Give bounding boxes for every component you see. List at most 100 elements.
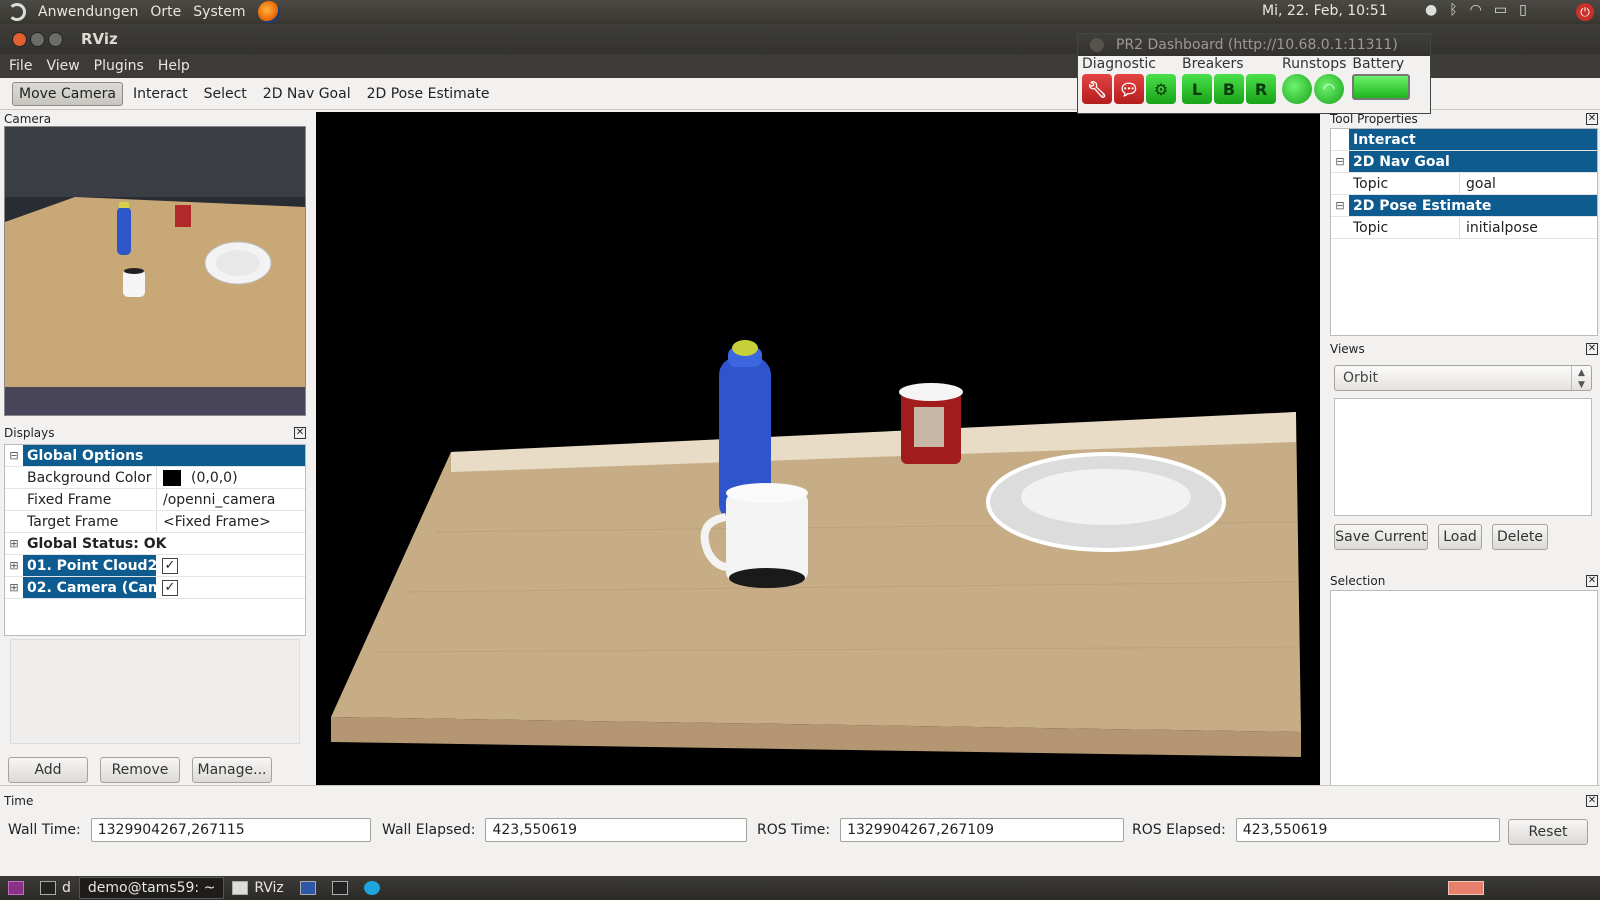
delete-view-button[interactable]: Delete bbox=[1492, 524, 1548, 550]
right-breaker-button[interactable]: R bbox=[1246, 74, 1276, 104]
topic-label: Topic bbox=[1353, 175, 1389, 192]
close-dashboard-button[interactable] bbox=[1090, 38, 1104, 52]
target-frame-value[interactable]: <Fixed Frame> bbox=[156, 511, 271, 532]
collapse-icon[interactable]: ⊟ bbox=[1331, 155, 1349, 168]
ros-time-input[interactable] bbox=[840, 818, 1125, 842]
motors-gear-icon[interactable]: ⚙ bbox=[1146, 74, 1176, 104]
tree-row-global-options[interactable]: ⊟ Global Options bbox=[5, 445, 305, 467]
trash-icon[interactable]: ▯ bbox=[1519, 2, 1527, 18]
menu-plugins[interactable]: Plugins bbox=[94, 58, 144, 74]
bg-color-value[interactable]: (0,0,0) bbox=[156, 467, 238, 488]
taskbar-item-rviz[interactable]: RViz bbox=[224, 877, 291, 899]
nav-goal-topic-value[interactable]: goal bbox=[1459, 173, 1496, 194]
prop-row-pose-estimate[interactable]: ⊟ 2D Pose Estimate bbox=[1331, 195, 1597, 217]
wireless-runstop-icon[interactable]: ◠ bbox=[1314, 74, 1344, 104]
tool-select[interactable]: Select bbox=[198, 83, 253, 105]
save-current-button[interactable]: Save Current bbox=[1334, 524, 1428, 550]
time-title: Time ✕ bbox=[0, 786, 1600, 816]
diagnostic-group: Diagnostic 🔧︎ 💬︎ ⚙ bbox=[1082, 56, 1176, 104]
breakers-label: Breakers bbox=[1182, 56, 1244, 72]
global-options-label: Global Options bbox=[23, 445, 305, 466]
reset-time-button[interactable]: Reset bbox=[1508, 819, 1588, 845]
close-window-button[interactable] bbox=[12, 31, 27, 47]
wifi-icon[interactable]: ◠ bbox=[1470, 2, 1482, 18]
tree-row-fixed-frame[interactable]: Fixed Frame /openni_camera bbox=[5, 489, 305, 511]
clock[interactable]: Mi, 22. Feb, 10:51 bbox=[1262, 3, 1388, 19]
interact-label: Interact bbox=[1349, 129, 1597, 150]
wall-time-input[interactable] bbox=[90, 818, 371, 842]
prop-row-interact[interactable]: Interact bbox=[1331, 129, 1597, 151]
close-panel-icon[interactable]: ✕ bbox=[1586, 343, 1598, 355]
battery-indicator-icon[interactable]: ▭ bbox=[1494, 2, 1507, 18]
minimize-window-button[interactable] bbox=[30, 31, 45, 47]
prop-row-pose-topic[interactable]: Topic initialpose bbox=[1331, 217, 1597, 239]
places-menu[interactable]: Orte bbox=[150, 4, 181, 20]
tool-interact[interactable]: Interact bbox=[127, 83, 194, 105]
fixed-frame-label: Fixed Frame bbox=[27, 491, 112, 508]
camera-enabled-checkbox[interactable]: ✓ bbox=[162, 579, 178, 596]
color-swatch[interactable] bbox=[163, 469, 181, 486]
pose-topic-value[interactable]: initialpose bbox=[1459, 217, 1538, 238]
close-panel-icon[interactable]: ✕ bbox=[294, 427, 306, 439]
fixed-frame-value[interactable]: /openni_camera bbox=[156, 489, 275, 510]
network-indicator-icon[interactable]: ● bbox=[1425, 2, 1437, 18]
taskbar-item-console[interactable] bbox=[324, 877, 356, 899]
prop-row-nav-goal-topic[interactable]: Topic goal bbox=[1331, 173, 1597, 195]
menu-help[interactable]: Help bbox=[158, 58, 190, 74]
tree-row-background-color[interactable]: Background Color (0,0,0) bbox=[5, 467, 305, 489]
console-speech-icon[interactable]: 💬︎ bbox=[1114, 74, 1144, 104]
dashboard-titlebar[interactable]: PR2 Dashboard (http://10.68.0.1:11311) bbox=[1078, 34, 1430, 56]
taskbar-item-demo-terminal[interactable]: demo@tams59: ~ bbox=[78, 877, 225, 899]
close-panel-icon[interactable]: ✕ bbox=[1586, 795, 1598, 807]
expand-icon[interactable]: ⊞ bbox=[5, 537, 23, 550]
tree-row-target-frame[interactable]: Target Frame <Fixed Frame> bbox=[5, 511, 305, 533]
ros-elapsed-input[interactable] bbox=[1235, 818, 1500, 842]
tool-move-camera[interactable]: Move Camera bbox=[12, 81, 123, 106]
selection-panel: Selection ✕ bbox=[1326, 572, 1600, 804]
view-type-select[interactable]: Orbit ▲ ▼ bbox=[1334, 365, 1592, 391]
system-menu[interactable]: System bbox=[193, 4, 245, 20]
selection-list[interactable] bbox=[1330, 590, 1598, 804]
menu-file[interactable]: File bbox=[9, 58, 32, 74]
close-panel-icon[interactable]: ✕ bbox=[1586, 113, 1598, 125]
wrench-icon[interactable]: 🔧︎ bbox=[1082, 74, 1112, 104]
workspace-switcher[interactable] bbox=[1440, 877, 1492, 899]
camera-display-label: 02. Camera (Came bbox=[23, 577, 156, 598]
expand-icon[interactable]: ⊞ bbox=[5, 581, 23, 594]
wall-elapsed-input[interactable] bbox=[485, 818, 748, 842]
load-view-button[interactable]: Load bbox=[1438, 524, 1482, 550]
point-cloud-enabled-checkbox[interactable]: ✓ bbox=[162, 557, 178, 574]
taskbar-item-skype[interactable] bbox=[356, 877, 388, 899]
maximize-window-button[interactable] bbox=[48, 31, 63, 47]
views-title: Views ✕ bbox=[1326, 340, 1600, 358]
menu-view[interactable]: View bbox=[46, 58, 79, 74]
remove-display-button[interactable]: Remove bbox=[100, 757, 180, 783]
close-panel-icon[interactable]: ✕ bbox=[1586, 575, 1598, 587]
prop-row-nav-goal[interactable]: ⊟ 2D Nav Goal bbox=[1331, 151, 1597, 173]
tree-row-point-cloud[interactable]: ⊞ 01. Point Cloud2 ( ✓ bbox=[5, 555, 305, 577]
battery-level-icon[interactable] bbox=[1352, 74, 1411, 100]
applications-menu[interactable]: Anwendungen bbox=[38, 4, 138, 20]
base-breaker-button[interactable]: B bbox=[1214, 74, 1244, 104]
firefox-launcher-icon[interactable] bbox=[257, 1, 280, 23]
collapse-icon[interactable]: ⊟ bbox=[1331, 199, 1349, 212]
left-breaker-button[interactable]: L bbox=[1182, 74, 1212, 104]
taskbar-item-chart[interactable] bbox=[292, 877, 324, 899]
expand-icon[interactable]: ⊞ bbox=[5, 559, 23, 572]
taskbar-item-terminal-d[interactable]: d bbox=[32, 877, 79, 899]
physical-runstop-icon[interactable] bbox=[1282, 74, 1312, 104]
manage-displays-button[interactable]: Manage... bbox=[192, 757, 272, 783]
collapse-icon[interactable]: ⊟ bbox=[5, 449, 23, 462]
3d-render-view[interactable] bbox=[316, 112, 1320, 804]
bottom-taskbar: d demo@tams59: ~ RViz bbox=[0, 876, 1600, 900]
tree-row-global-status[interactable]: ⊞ Global Status: OK bbox=[5, 533, 305, 555]
power-icon[interactable]: ⏻ bbox=[1576, 3, 1594, 21]
ubuntu-logo-icon[interactable] bbox=[8, 3, 26, 21]
tree-row-camera[interactable]: ⊞ 02. Camera (Came ✓ bbox=[5, 577, 305, 599]
show-desktop-button[interactable] bbox=[0, 877, 32, 899]
tool-2d-pose-estimate[interactable]: 2D Pose Estimate bbox=[361, 83, 496, 105]
add-display-button[interactable]: Add bbox=[8, 757, 88, 783]
tool-2d-nav-goal[interactable]: 2D Nav Goal bbox=[257, 83, 357, 105]
saved-views-list[interactable] bbox=[1334, 398, 1592, 516]
bluetooth-icon[interactable]: ᛒ bbox=[1449, 2, 1457, 18]
